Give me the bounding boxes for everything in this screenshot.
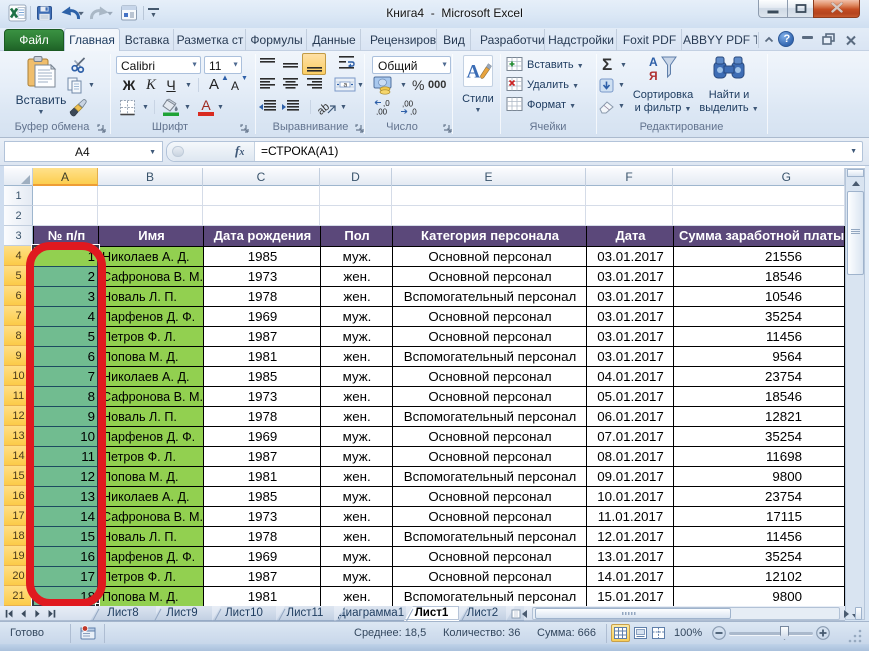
svg-text:,00: ,00	[376, 108, 388, 116]
svg-text:A: A	[466, 62, 480, 83]
svg-text:,0: ,0	[410, 108, 417, 116]
svg-text:А: А	[649, 55, 658, 69]
svg-text:Я: Я	[649, 69, 658, 83]
svg-text:ab: ab	[318, 101, 332, 116]
svg-text:a: a	[344, 82, 348, 89]
